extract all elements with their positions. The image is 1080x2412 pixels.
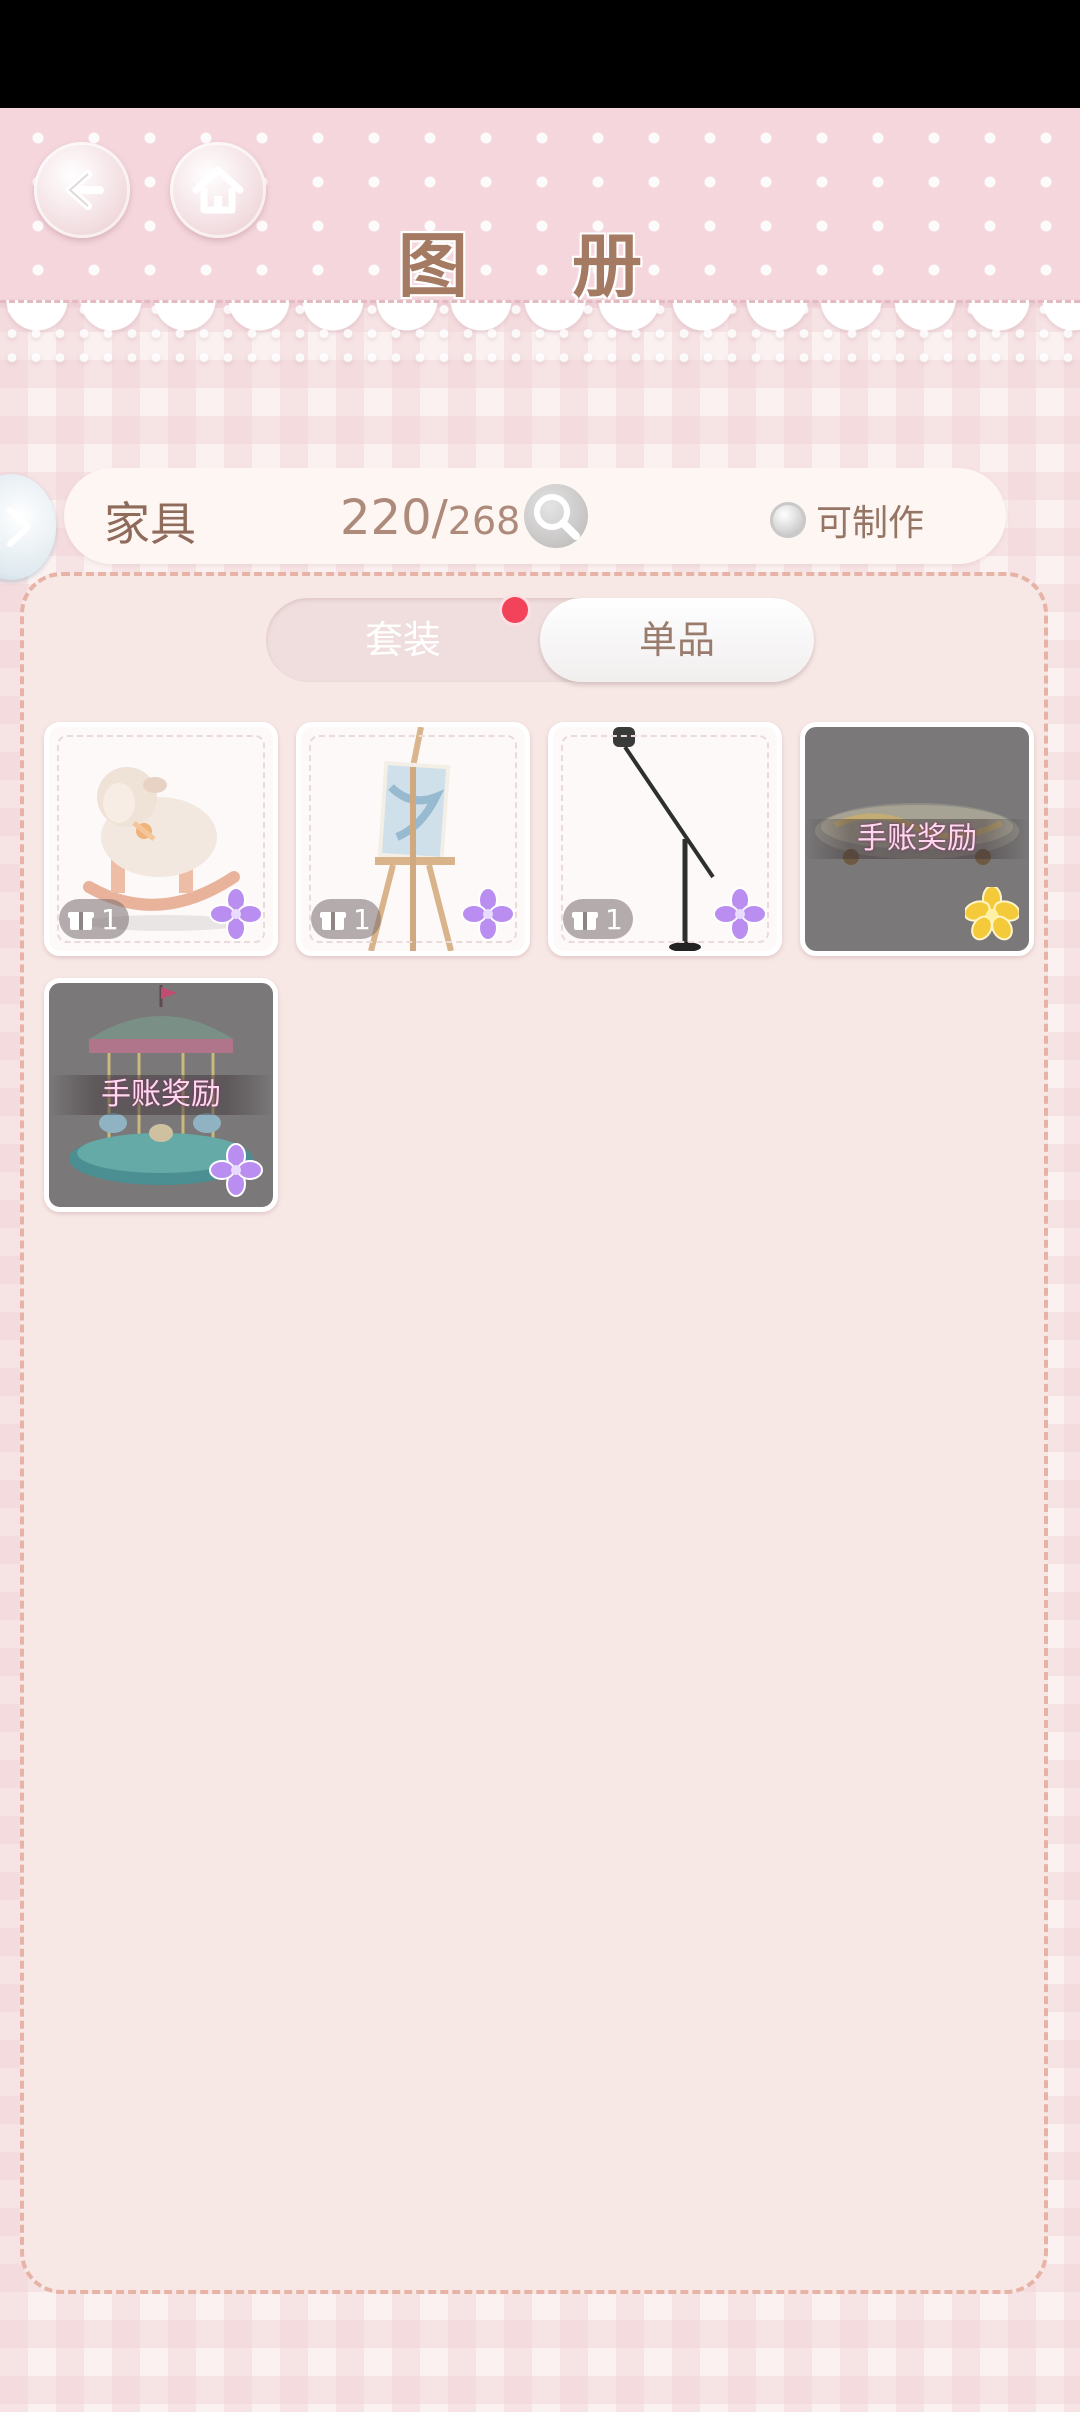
owned-count-badge: 1	[563, 899, 633, 939]
gift-box-icon	[572, 912, 598, 930]
category-label[interactable]: 家具	[104, 488, 196, 554]
owned-count: 1	[353, 902, 371, 936]
item-card-rocking-sheep[interactable]: 1	[44, 722, 278, 956]
gift-box-icon	[320, 912, 346, 930]
purple-flower-icon	[713, 887, 767, 941]
info-bar: 家具 220/268 可制作	[64, 468, 1006, 564]
gift-box-icon	[68, 912, 94, 930]
total-count: 268	[447, 499, 521, 543]
item-card-carousel[interactable]: 手账奖励	[44, 978, 278, 1212]
item-card-skateboard[interactable]: 手账奖励	[800, 722, 1034, 956]
collection-count: 220/268	[340, 490, 520, 546]
craftable-radio[interactable]	[770, 502, 806, 538]
owned-count: 1	[101, 902, 119, 936]
owned-count-badge: 1	[59, 899, 129, 939]
status-bar	[0, 0, 1080, 108]
owned-count: 1	[605, 902, 623, 936]
tab-switch: 套装 单品	[266, 598, 814, 682]
purple-flower-icon	[209, 1143, 263, 1197]
item-card-easel[interactable]: 1	[296, 722, 530, 956]
craftable-filter[interactable]: 可制作	[770, 494, 924, 546]
page-title: 图 册	[397, 224, 683, 307]
new-badge-dot	[502, 597, 528, 623]
reward-label: 手账奖励	[805, 819, 1029, 859]
chevron-right-icon	[7, 507, 31, 547]
item-card-mic-stand[interactable]: 1	[548, 722, 782, 956]
craftable-label: 可制作	[816, 503, 925, 544]
search-button[interactable]	[524, 484, 588, 548]
tab-items[interactable]: 单品	[540, 598, 814, 682]
collected-count: 220/	[340, 490, 448, 546]
gold-flower-icon	[965, 887, 1019, 941]
purple-flower-icon	[461, 887, 515, 941]
purple-flower-icon	[209, 887, 263, 941]
tab-sets[interactable]: 套装	[266, 598, 540, 682]
magnifier-icon	[534, 494, 580, 540]
reward-label: 手账奖励	[49, 1075, 273, 1115]
owned-count-badge: 1	[311, 899, 381, 939]
